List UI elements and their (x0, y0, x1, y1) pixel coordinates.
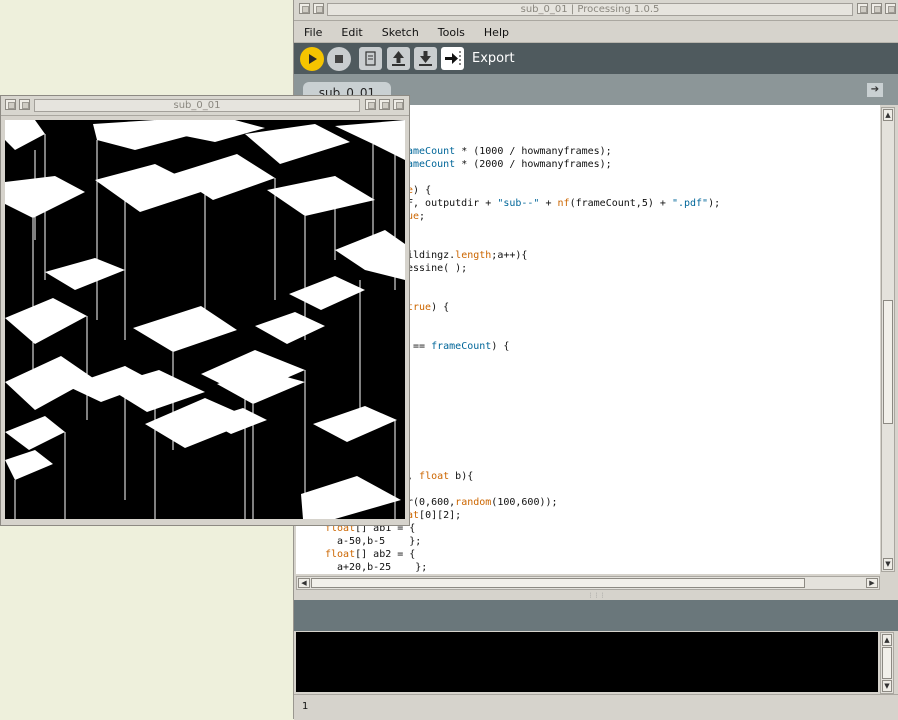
arrow-down-icon (419, 51, 432, 66)
building-roof (5, 450, 53, 480)
sketch-window-title: sub_0_01 (34, 99, 360, 112)
open-button[interactable] (387, 47, 410, 70)
menu-tools[interactable]: Tools (428, 23, 474, 43)
ide-window-title: sub_0_01 | Processing 1.0.5 (327, 3, 853, 16)
new-file-icon (365, 51, 376, 66)
sketch-minimize-icon[interactable] (365, 99, 376, 110)
scroll-right-icon[interactable]: ▶ (866, 578, 878, 588)
building-roof (301, 476, 401, 519)
export-button[interactable] (441, 47, 464, 70)
status-bar: 1 (294, 694, 898, 720)
run-button[interactable] (300, 47, 324, 71)
shade-icon[interactable] (313, 3, 324, 14)
console-scrollbar[interactable]: ▲ ▼ (880, 632, 894, 694)
stop-button[interactable] (327, 47, 351, 71)
building-roof (267, 176, 375, 216)
scroll-left-icon[interactable]: ◀ (298, 578, 310, 588)
arrow-up-icon (392, 51, 405, 66)
editor-horizontal-scrollbar[interactable]: ◀ ▶ (296, 576, 880, 590)
play-icon (309, 54, 317, 64)
message-area (294, 600, 898, 631)
scroll-down-icon[interactable]: ▼ (883, 558, 893, 570)
export-label[interactable]: Export (472, 51, 515, 66)
sketch-window-menu-icon[interactable] (5, 99, 16, 110)
code-line: F, outputdir + "sub--" + nf(frameCount,5… (407, 198, 721, 209)
building-roof (255, 312, 325, 344)
code-line: == frameCount) { (407, 341, 510, 352)
console-scroll-thumb[interactable] (882, 647, 892, 679)
building-roof (5, 416, 65, 450)
export-icon (445, 51, 461, 66)
scroll-up-icon[interactable]: ▲ (883, 109, 893, 121)
maximize-icon[interactable] (871, 3, 882, 14)
menu-sketch[interactable]: Sketch (372, 23, 428, 43)
sketch-window: sub_0_01 (0, 95, 410, 526)
tab-menu-arrow-icon[interactable]: ➔ (867, 83, 883, 97)
code-line: essine( ); (407, 263, 468, 274)
code-line: ildingz.length;a++){ (407, 250, 528, 261)
menu-bar: File Edit Sketch Tools Help (294, 21, 898, 43)
code-line: ameCount * (2000 / howmanyframes); (407, 159, 612, 170)
code-line: ameCount * (1000 / howmanyframes); (407, 146, 612, 157)
building-roof (313, 406, 397, 442)
horizontal-scroll-thumb[interactable] (311, 578, 805, 588)
code-line: at[0][2]; (407, 510, 462, 521)
building-roof (289, 276, 365, 310)
line-number: 1 (302, 701, 309, 712)
sketch-canvas[interactable] (5, 120, 405, 519)
code-line: e) { (407, 185, 432, 196)
code-line: true) { (407, 302, 450, 313)
building-roof (133, 306, 237, 352)
console-scroll-up-icon[interactable]: ▲ (882, 634, 892, 646)
editor-vertical-scrollbar[interactable]: ▲ ▼ (881, 107, 895, 572)
new-button[interactable] (359, 47, 382, 70)
menu-file[interactable]: File (294, 23, 331, 43)
split-divider-handle[interactable]: ⋮⋮⋮ (294, 592, 898, 600)
ide-titlebar[interactable]: sub_0_01 | Processing 1.0.5 (294, 0, 898, 21)
menu-help[interactable]: Help (474, 23, 518, 43)
vertical-scroll-thumb[interactable] (883, 300, 893, 424)
sketch-maximize-icon[interactable] (379, 99, 390, 110)
menu-edit[interactable]: Edit (331, 23, 371, 43)
sketch-shade-icon[interactable] (19, 99, 30, 110)
code-line: , float b){ (407, 471, 474, 482)
save-button[interactable] (414, 47, 437, 70)
building-roof (5, 120, 45, 150)
building-roof (45, 258, 125, 290)
console-scroll-down-icon[interactable]: ▼ (882, 680, 892, 692)
code-line: float[] ab2 = { (325, 549, 416, 560)
code-line: r(0,600,random(100,600)); (407, 497, 558, 508)
window-menu-icon[interactable] (299, 3, 310, 14)
isometric-buildings-image (5, 120, 405, 519)
building-roof (245, 124, 350, 164)
minimize-icon[interactable] (857, 3, 868, 14)
close-icon[interactable] (885, 3, 896, 14)
sketch-close-icon[interactable] (393, 99, 404, 110)
code-line: a+20,b-25 }; (337, 562, 428, 573)
sketch-titlebar[interactable]: sub_0_01 (1, 96, 409, 116)
stop-icon (335, 55, 343, 63)
console-output[interactable] (296, 632, 878, 692)
toolbar: Export (294, 43, 898, 74)
building-roof (5, 298, 87, 344)
code-line: a-50,b-5 }; (337, 536, 422, 547)
